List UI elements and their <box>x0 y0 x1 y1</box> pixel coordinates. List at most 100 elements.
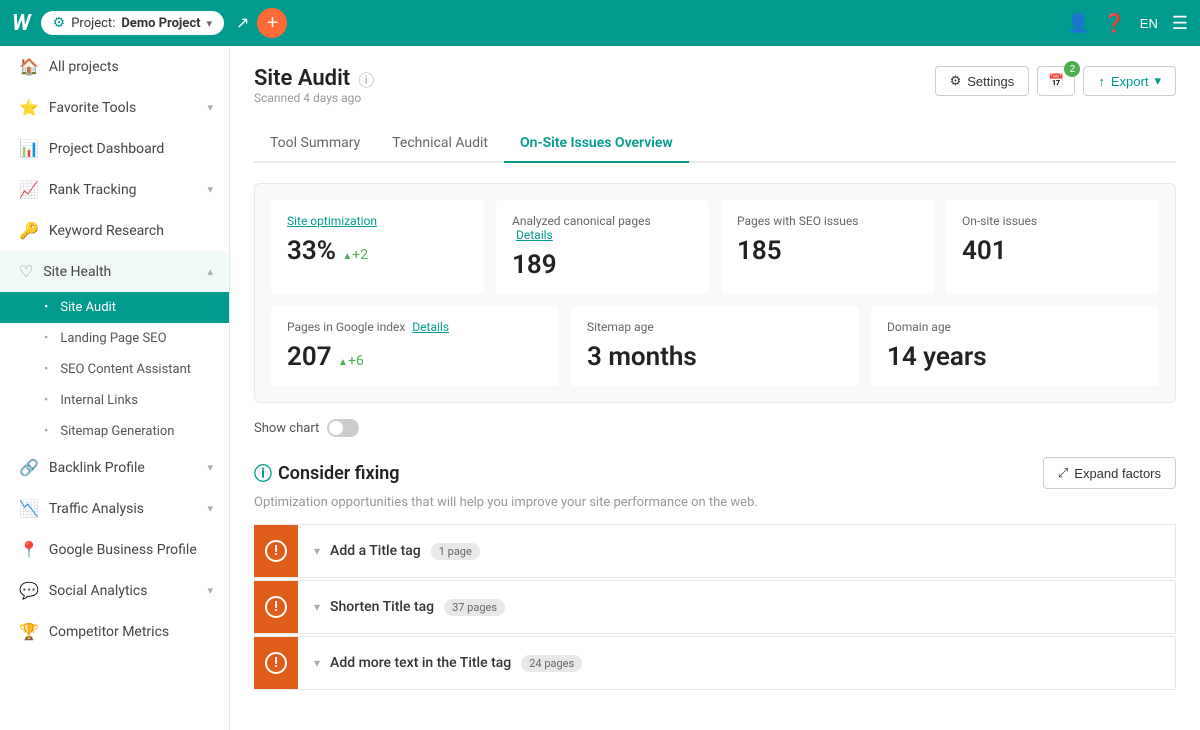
add-project-button[interactable]: + <box>257 8 287 38</box>
expand-icon: ⤢ <box>1058 465 1068 481</box>
stat-card-pages-seo-issues: Pages with SEO issues 185 <box>721 200 934 294</box>
gear-icon: ⚙ <box>950 73 962 89</box>
project-icon: ⚙ <box>53 15 66 31</box>
export-button[interactable]: ↑ Export ▾ <box>1083 66 1176 96</box>
show-chart-toggle[interactable] <box>327 419 359 437</box>
section-header: ⓘ Consider fixing ⤢ Expand factors <box>254 457 1176 489</box>
traffic-icon: 📉 <box>19 499 39 518</box>
chevron-down-icon: ▾ <box>207 17 213 30</box>
sidebar-sub-item-landing-page-seo[interactable]: Landing Page SEO <box>0 323 229 354</box>
sidebar-item-competitor-metrics[interactable]: 🏆 Competitor Metrics <box>0 611 229 652</box>
google-index-details-link[interactable]: Details <box>412 320 449 334</box>
title-area: Site Audit ⓘ Scanned 4 days ago <box>254 66 374 119</box>
stat-card-sitemap-age: Sitemap age 3 months <box>571 306 859 386</box>
exclamation-icon: ! <box>265 596 287 618</box>
sidebar-item-google-business[interactable]: 📍 Google Business Profile <box>0 529 229 570</box>
settings-button[interactable]: ⚙ Settings <box>935 66 1030 96</box>
sidebar-item-label: Google Business Profile <box>49 542 213 558</box>
sidebar-sub-item-internal-links[interactable]: Internal Links <box>0 385 229 416</box>
issue-content: ▾ Add more text in the Title tag 24 page… <box>298 643 1175 684</box>
project-selector[interactable]: ⚙ Project: Demo Project ▾ <box>41 11 224 35</box>
chevron-down-icon[interactable]: ▾ <box>314 600 320 614</box>
stat-change: +6 <box>338 353 364 369</box>
menu-icon[interactable]: ☰ <box>1172 13 1188 34</box>
site-optimization-link[interactable]: Site optimization <box>287 214 377 228</box>
tab-technical-audit[interactable]: Technical Audit <box>376 125 504 163</box>
exclamation-icon: ! <box>265 652 287 674</box>
analyzed-canonical-details-link[interactable]: Details <box>516 228 553 242</box>
issue-name: Add more text in the Title tag <box>330 655 511 671</box>
heart-icon: ♡ <box>19 262 33 281</box>
sidebar-item-project-dashboard[interactable]: 📊 Project Dashboard <box>0 128 229 169</box>
help-icon[interactable]: ❓ <box>1103 13 1125 34</box>
sidebar-sub-item-seo-content-assistant[interactable]: SEO Content Assistant <box>0 354 229 385</box>
issue-severity-indicator: ! <box>254 637 298 689</box>
issue-badge: 1 page <box>431 543 480 560</box>
chevron-down-icon: ▾ <box>1154 73 1161 89</box>
tab-tool-summary[interactable]: Tool Summary <box>254 125 376 163</box>
sidebar-item-label: Favorite Tools <box>49 100 198 116</box>
page-tabs: Tool Summary Technical Audit On-Site Iss… <box>254 125 1176 163</box>
sidebar-item-label: All projects <box>49 59 213 75</box>
chevron-down-icon: ▾ <box>207 502 213 515</box>
section-subtitle: Optimization opportunities that will hel… <box>254 495 1176 510</box>
issue-name: Add a Title tag <box>330 543 421 559</box>
sidebar-item-social-analytics[interactable]: 💬 Social Analytics ▾ <box>0 570 229 611</box>
sidebar-item-keyword-research[interactable]: 🔑 Keyword Research <box>0 210 229 251</box>
consider-fixing-section: ⓘ Consider fixing ⤢ Expand factors Optim… <box>254 457 1176 690</box>
sidebar-item-site-health[interactable]: ♡ Site Health ▴ <box>0 251 229 292</box>
sidebar-item-label: Rank Tracking <box>49 182 198 198</box>
language-selector[interactable]: EN <box>1140 16 1158 31</box>
chevron-down-icon: ▾ <box>207 101 213 114</box>
link-icon: 🔗 <box>19 458 39 477</box>
sidebar-sub-item-sitemap-generation[interactable]: Sitemap Generation <box>0 416 229 447</box>
calendar-button[interactable]: 📅 2 <box>1037 66 1075 96</box>
sub-item-label: Site Audit <box>60 300 116 315</box>
stat-card-pages-google-index: Pages in Google index Details 207 +6 <box>271 306 559 386</box>
external-link-button[interactable]: ↗ <box>232 9 253 37</box>
section-title: ⓘ Consider fixing <box>254 460 400 486</box>
sub-item-label: Internal Links <box>60 393 138 408</box>
export-icon: ↑ <box>1098 74 1105 89</box>
stat-value: 189 <box>512 250 693 280</box>
stat-value: 207 +6 <box>287 342 543 372</box>
info-icon[interactable]: ⓘ <box>358 67 374 91</box>
sidebar-item-label: Social Analytics <box>49 583 198 599</box>
sub-item-label: SEO Content Assistant <box>60 362 191 377</box>
project-name: Demo Project <box>121 16 200 31</box>
chevron-down-icon: ▾ <box>207 461 213 474</box>
issue-content: ▾ Shorten Title tag 37 pages <box>298 587 1175 628</box>
sub-item-label: Landing Page SEO <box>60 331 166 346</box>
issue-severity-indicator: ! <box>254 525 298 577</box>
chevron-down-icon: ▾ <box>207 584 213 597</box>
chevron-down-icon[interactable]: ▾ <box>314 656 320 670</box>
chart-icon: 📈 <box>19 180 39 199</box>
expand-factors-button[interactable]: ⤢ Expand factors <box>1043 457 1176 489</box>
chevron-down-icon[interactable]: ▾ <box>314 544 320 558</box>
header-actions: ⚙ Settings 📅 2 ↑ Export ▾ <box>935 66 1176 96</box>
main-content: Site Audit ⓘ Scanned 4 days ago ⚙ Settin… <box>230 46 1200 730</box>
page-title: Site Audit <box>254 66 350 91</box>
stat-card-site-optimization: Site optimization 33% +2 <box>271 200 484 294</box>
star-icon: ⭐ <box>19 98 39 117</box>
sidebar-sub-item-site-audit[interactable]: Site Audit <box>0 292 229 323</box>
sidebar-item-backlink-profile[interactable]: 🔗 Backlink Profile ▾ <box>0 447 229 488</box>
stat-value: 185 <box>737 236 918 266</box>
sidebar-item-traffic-analysis[interactable]: 📉 Traffic Analysis ▾ <box>0 488 229 529</box>
info-circle-icon: ⓘ <box>254 460 272 486</box>
stat-card-analyzed-canonical: Analyzed canonical pages Details 189 <box>496 200 709 294</box>
sidebar-item-label: Backlink Profile <box>49 460 198 476</box>
sidebar-item-rank-tracking[interactable]: 📈 Rank Tracking ▾ <box>0 169 229 210</box>
sidebar-item-favorite-tools[interactable]: ⭐ Favorite Tools ▾ <box>0 87 229 128</box>
sidebar-item-label: Project Dashboard <box>49 141 213 157</box>
issue-badge: 24 pages <box>521 655 582 672</box>
stats-row-1: Site optimization 33% +2 Analyzed canoni… <box>271 200 1159 294</box>
account-icon[interactable]: 👤 <box>1067 13 1089 34</box>
trophy-icon: 🏆 <box>19 622 39 641</box>
key-icon: 🔑 <box>19 221 39 240</box>
location-icon: 📍 <box>19 540 39 559</box>
stat-label: Pages in Google index Details <box>287 320 543 334</box>
sidebar-item-all-projects[interactable]: 🏠 All projects <box>0 46 229 87</box>
toggle-knob <box>329 421 343 435</box>
tab-on-site-issues[interactable]: On-Site Issues Overview <box>504 125 689 163</box>
